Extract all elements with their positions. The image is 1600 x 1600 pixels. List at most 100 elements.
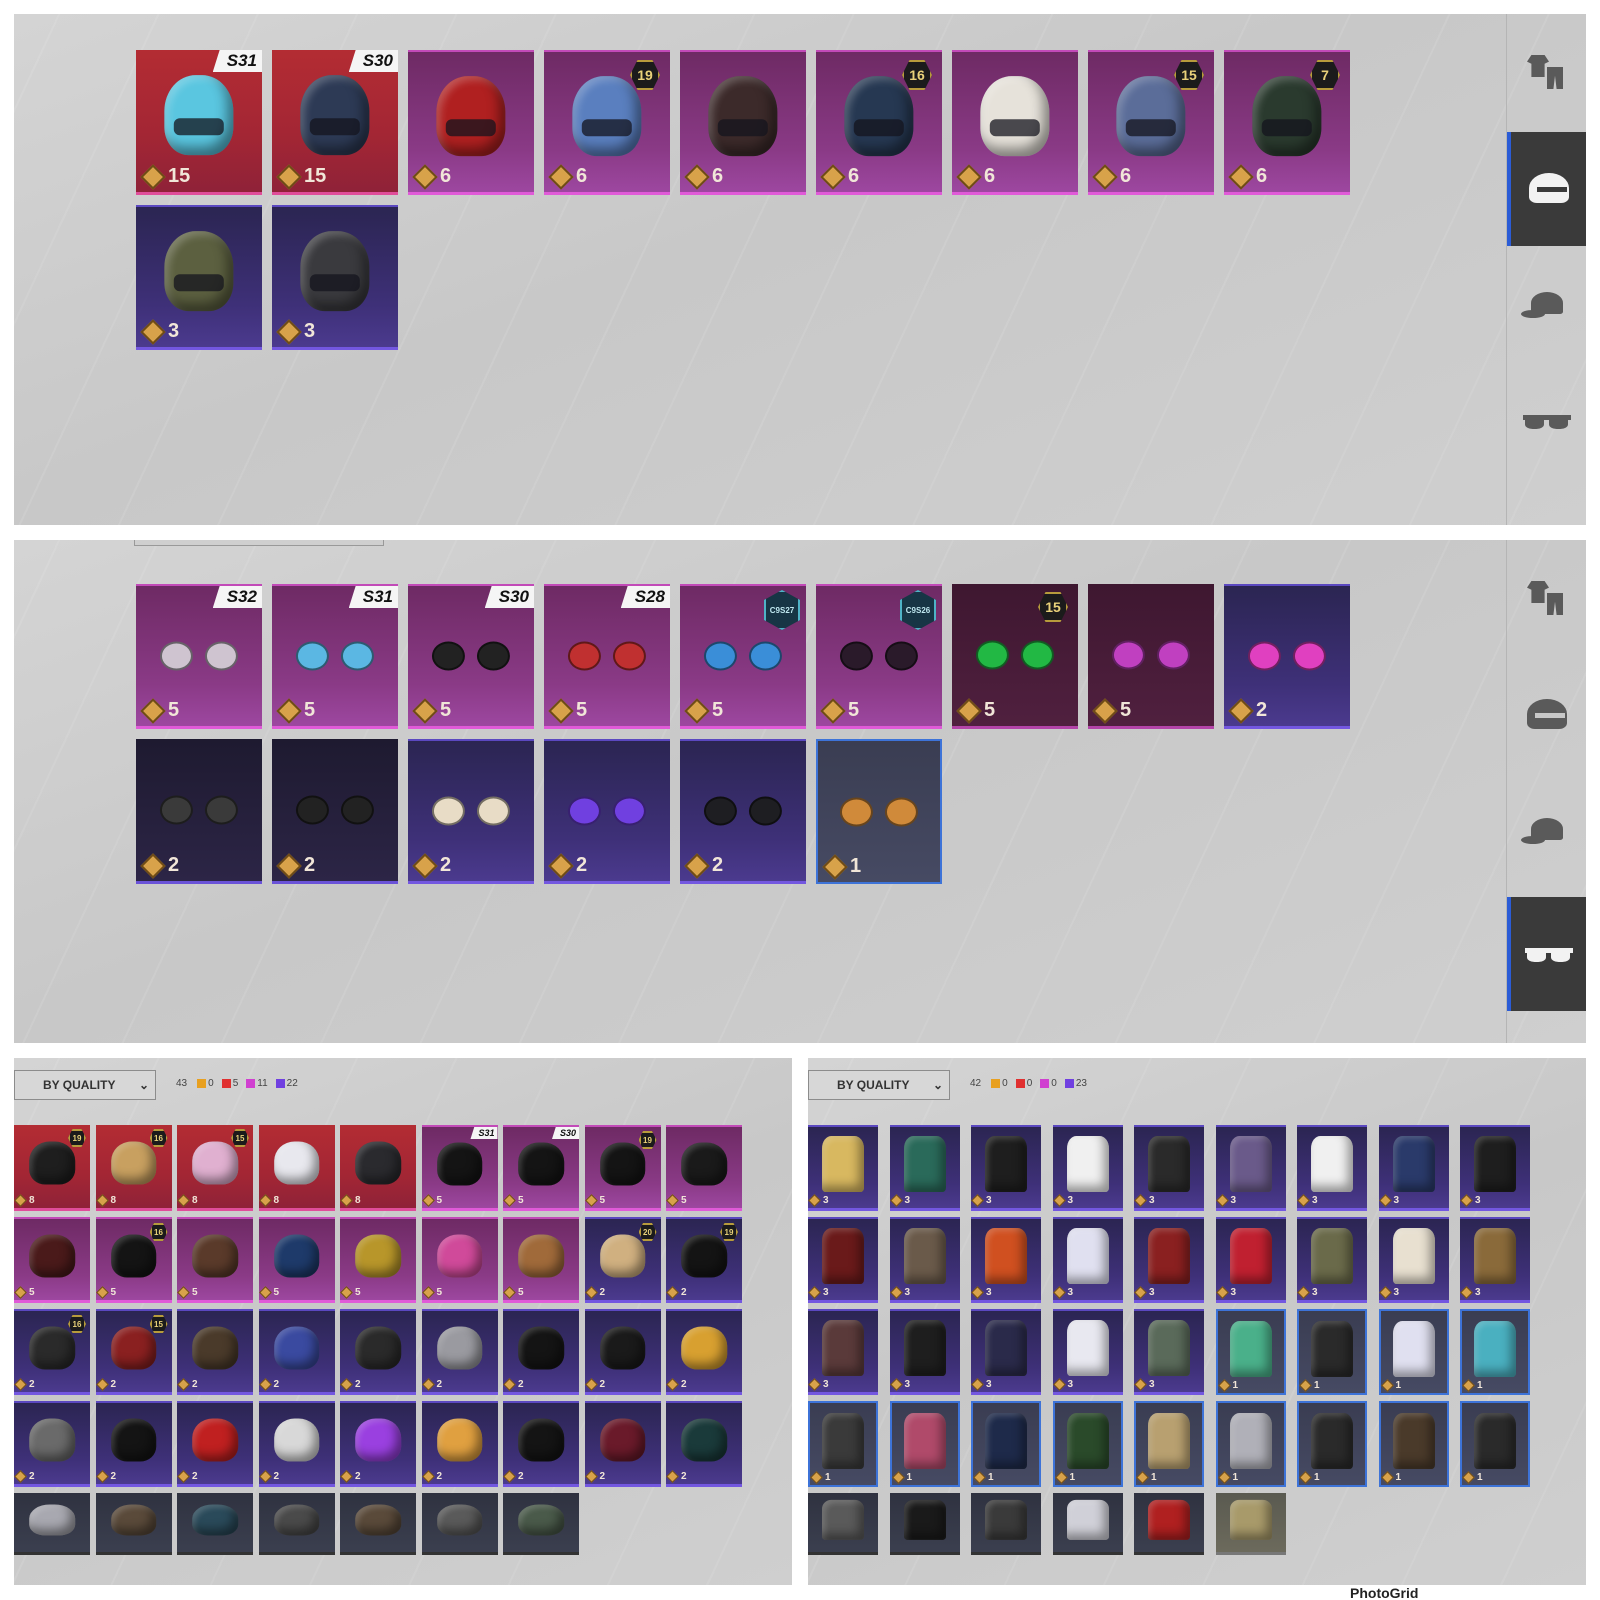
- inventory-item[interactable]: 5: [503, 1217, 579, 1303]
- inventory-item[interactable]: 15 2: [95, 1309, 172, 1395]
- inventory-item[interactable]: 2: [340, 1309, 416, 1395]
- inventory-item[interactable]: 3: [971, 1309, 1041, 1395]
- glasses-tab[interactable]: [1507, 364, 1586, 478]
- inventory-item[interactable]: 2: [95, 1401, 172, 1487]
- inventory-item[interactable]: 5: [177, 1217, 253, 1303]
- inventory-item[interactable]: 2: [544, 739, 670, 884]
- inventory-item[interactable]: 6: [952, 50, 1078, 195]
- inventory-item[interactable]: 1: [1297, 1401, 1367, 1487]
- inventory-item[interactable]: 16 5: [95, 1217, 172, 1303]
- inventory-item[interactable]: 6: [680, 50, 806, 195]
- inventory-item[interactable]: 5: [1088, 584, 1214, 729]
- inventory-item[interactable]: 3: [889, 1125, 960, 1211]
- inventory-item[interactable]: 1: [1215, 1401, 1286, 1487]
- inventory-item[interactable]: 2: [177, 1401, 253, 1487]
- inventory-item[interactable]: 19 5: [584, 1125, 661, 1211]
- inventory-item[interactable]: 3: [1134, 1125, 1204, 1211]
- inventory-item[interactable]: [95, 1493, 172, 1555]
- inventory-item[interactable]: 1: [808, 1401, 878, 1487]
- inventory-item[interactable]: 3: [889, 1309, 960, 1395]
- inventory-item[interactable]: 3: [889, 1217, 960, 1303]
- inventory-item[interactable]: 2: [680, 739, 806, 884]
- inventory-item[interactable]: 15 6: [1088, 50, 1214, 195]
- inventory-item[interactable]: 19 2: [666, 1217, 742, 1303]
- inventory-item[interactable]: [14, 1493, 90, 1555]
- inventory-item[interactable]: 6: [408, 50, 534, 195]
- inventory-item[interactable]: 2: [503, 1401, 579, 1487]
- helmet-tab[interactable]: [1507, 658, 1586, 772]
- inventory-item[interactable]: 1: [1052, 1401, 1123, 1487]
- inventory-item[interactable]: 3: [1378, 1125, 1449, 1211]
- inventory-item[interactable]: C9S26 5: [816, 584, 942, 729]
- inventory-item[interactable]: 1: [971, 1401, 1041, 1487]
- filter-dropdown-partial[interactable]: [134, 540, 384, 546]
- inventory-item[interactable]: 2: [408, 739, 534, 884]
- inventory-item[interactable]: S30 5: [408, 584, 534, 729]
- inventory-item[interactable]: [177, 1493, 253, 1555]
- inventory-item[interactable]: 3: [1460, 1217, 1530, 1303]
- inventory-item[interactable]: 2: [136, 739, 262, 884]
- inventory-item[interactable]: 1: [1460, 1401, 1530, 1487]
- helmet-tab[interactable]: [1507, 132, 1586, 246]
- inventory-item[interactable]: 3: [1297, 1125, 1367, 1211]
- inventory-item[interactable]: 2: [421, 1309, 498, 1395]
- inventory-item[interactable]: S31 15: [136, 50, 262, 195]
- inventory-item[interactable]: 20 2: [584, 1217, 661, 1303]
- inventory-item[interactable]: 3: [1052, 1217, 1123, 1303]
- inventory-item[interactable]: 3: [1215, 1217, 1286, 1303]
- inventory-item[interactable]: 2: [584, 1401, 661, 1487]
- inventory-item[interactable]: 2: [340, 1401, 416, 1487]
- inventory-item[interactable]: 2: [421, 1401, 498, 1487]
- inventory-item[interactable]: [421, 1493, 498, 1555]
- inventory-item[interactable]: C9S27 5: [680, 584, 806, 729]
- inventory-item[interactable]: 5: [666, 1125, 742, 1211]
- inventory-item[interactable]: 1: [1297, 1309, 1367, 1395]
- inventory-item[interactable]: S30 15: [272, 50, 398, 195]
- inventory-item[interactable]: 2: [258, 1309, 335, 1395]
- inventory-item[interactable]: 2: [666, 1309, 742, 1395]
- inventory-item[interactable]: 5: [14, 1217, 90, 1303]
- inventory-item[interactable]: 16 6: [816, 50, 942, 195]
- inventory-item[interactable]: 8: [340, 1125, 416, 1211]
- inventory-item[interactable]: [258, 1493, 335, 1555]
- inventory-item[interactable]: [971, 1493, 1041, 1555]
- inventory-item[interactable]: 1: [1378, 1401, 1449, 1487]
- inventory-item[interactable]: 3: [136, 205, 262, 350]
- inventory-item[interactable]: 3: [1134, 1217, 1204, 1303]
- inventory-item[interactable]: 3: [1052, 1309, 1123, 1395]
- inventory-item[interactable]: [889, 1493, 960, 1555]
- outfit-tab[interactable]: [1507, 14, 1586, 128]
- inventory-item[interactable]: 3: [1215, 1125, 1286, 1211]
- inventory-item[interactable]: 3: [808, 1217, 878, 1303]
- inventory-item[interactable]: 15 5: [952, 584, 1078, 729]
- inventory-item[interactable]: 3: [1460, 1125, 1530, 1211]
- inventory-item[interactable]: 2: [503, 1309, 579, 1395]
- inventory-item[interactable]: 1: [1215, 1309, 1286, 1395]
- inventory-item[interactable]: 2: [1224, 584, 1350, 729]
- inventory-item[interactable]: 5: [258, 1217, 335, 1303]
- inventory-item[interactable]: 1: [889, 1401, 960, 1487]
- inventory-item[interactable]: 2: [177, 1309, 253, 1395]
- inventory-item[interactable]: 2: [584, 1309, 661, 1395]
- inventory-item[interactable]: 76: [1224, 50, 1350, 195]
- inventory-item[interactable]: S32 5: [136, 584, 262, 729]
- inventory-item[interactable]: 5: [421, 1217, 498, 1303]
- inventory-item[interactable]: 3: [808, 1125, 878, 1211]
- inventory-item[interactable]: 3: [971, 1217, 1041, 1303]
- inventory-item[interactable]: S31 5: [421, 1125, 498, 1211]
- inventory-item[interactable]: 1: [1134, 1401, 1204, 1487]
- inventory-item[interactable]: 3: [1134, 1309, 1204, 1395]
- inventory-item[interactable]: 2: [666, 1401, 742, 1487]
- glasses-tab[interactable]: [1507, 897, 1586, 1011]
- inventory-item[interactable]: [1215, 1493, 1286, 1555]
- outfit-tab[interactable]: [1507, 540, 1586, 654]
- inventory-item[interactable]: 15 8: [177, 1125, 253, 1211]
- inventory-item[interactable]: [503, 1493, 579, 1555]
- inventory-item[interactable]: [1134, 1493, 1204, 1555]
- inventory-item[interactable]: 1: [816, 739, 942, 884]
- sort-dropdown[interactable]: BY QUALITY ⌄: [14, 1070, 156, 1100]
- inventory-item[interactable]: 2: [258, 1401, 335, 1487]
- inventory-item[interactable]: 16 2: [14, 1309, 90, 1395]
- inventory-item[interactable]: S31 5: [272, 584, 398, 729]
- inventory-item[interactable]: 2: [14, 1401, 90, 1487]
